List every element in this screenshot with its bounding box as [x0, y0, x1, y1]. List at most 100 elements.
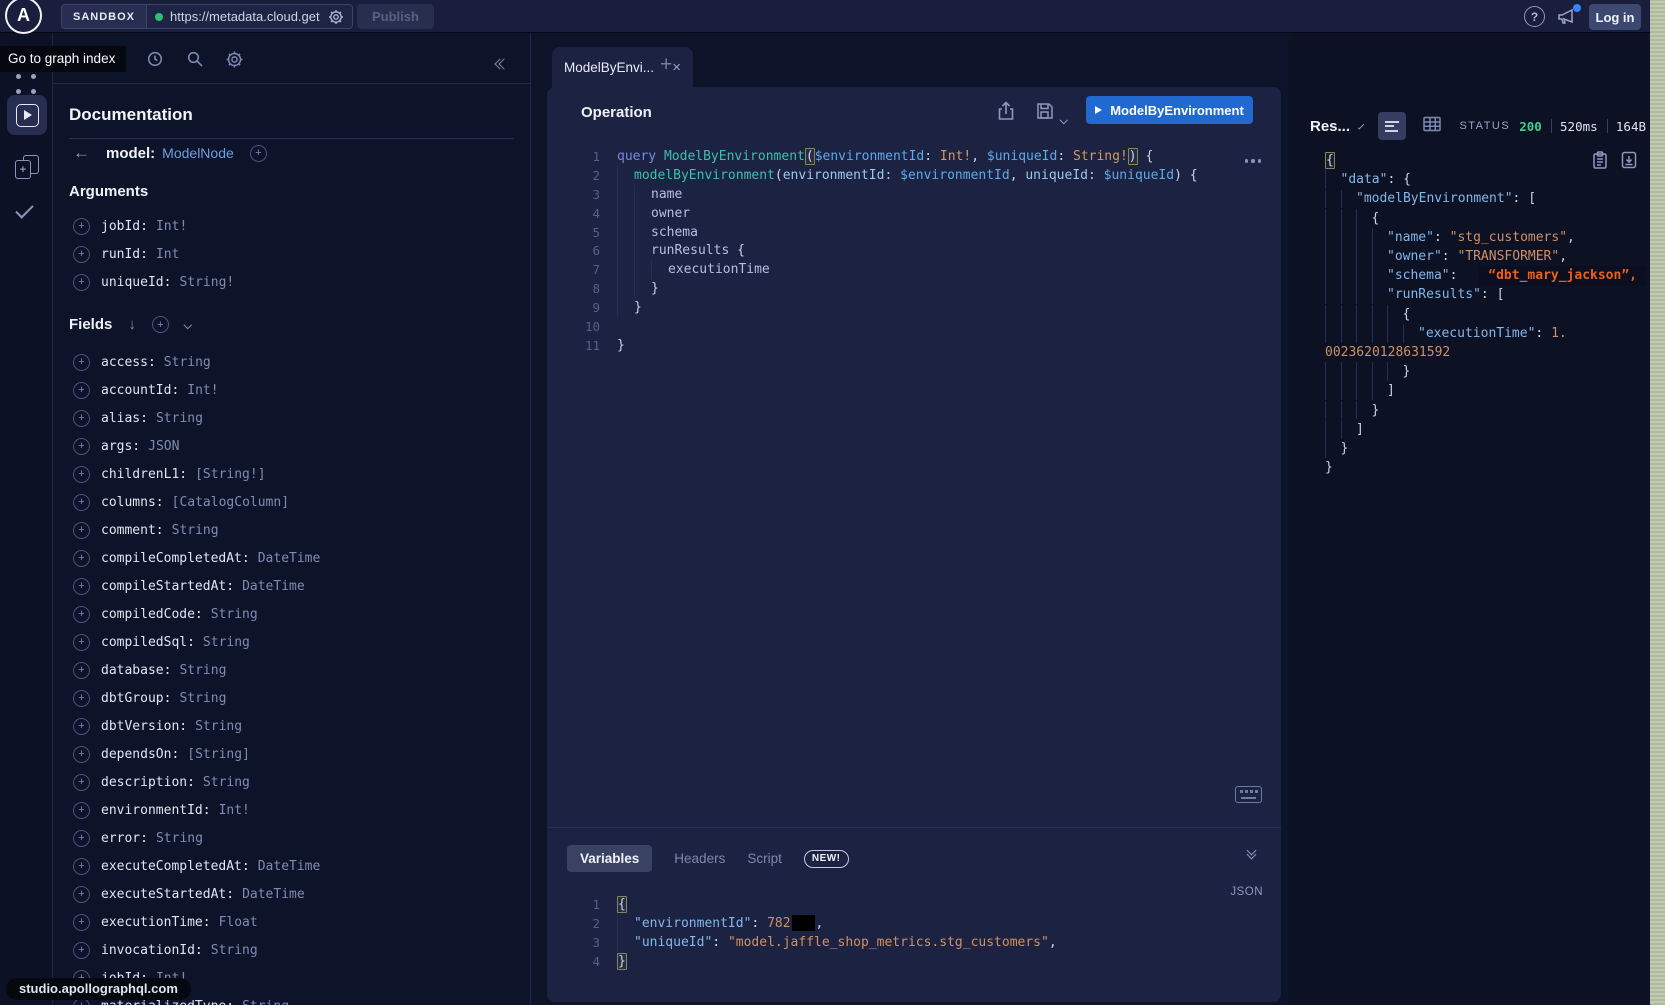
settings-gear-icon[interactable] — [225, 50, 244, 74]
help-icon[interactable] — [1524, 6, 1545, 27]
field-type[interactable]: Int! — [156, 219, 187, 234]
add-field-icon[interactable] — [73, 246, 90, 263]
add-field-icon[interactable] — [73, 606, 90, 623]
variables-editor[interactable]: 1{2"environmentId": 782,3"uniqueId": "mo… — [547, 895, 1281, 971]
field-name[interactable]: accountId: — [101, 383, 179, 398]
field-name[interactable]: compiledCode: — [101, 607, 203, 622]
history-icon[interactable] — [146, 50, 164, 73]
endpoint-settings-gear-icon[interactable] — [328, 9, 344, 25]
field-type[interactable]: DateTime — [242, 887, 305, 902]
field-type[interactable]: String — [195, 719, 242, 734]
run-operation-button[interactable]: ModelByEnvironment — [1086, 96, 1253, 124]
add-field-icon[interactable] — [73, 802, 90, 819]
operation-editor[interactable]: 1query ModelByEnvironment($environmentId… — [547, 143, 1281, 355]
login-button[interactable]: Log in — [1589, 4, 1641, 30]
add-field-icon[interactable] — [73, 438, 90, 455]
save-icon[interactable] — [1035, 100, 1055, 127]
field-name[interactable]: access: — [101, 355, 156, 370]
field-name[interactable]: jobId: — [101, 219, 148, 234]
add-field-icon[interactable] — [73, 886, 90, 903]
response-title[interactable]: Res... — [1310, 118, 1350, 135]
field-type[interactable]: DateTime — [242, 579, 305, 594]
endpoint-url-input[interactable]: https://metadata.cloud.get — [147, 5, 352, 28]
announcements-megaphone-icon[interactable] — [1556, 6, 1580, 28]
field-type[interactable]: JSON — [148, 439, 179, 454]
raw-view-icon[interactable] — [1378, 112, 1406, 140]
field-name[interactable]: uniqueId: — [101, 275, 171, 290]
add-field-icon[interactable] — [250, 145, 267, 162]
publish-button[interactable]: Publish — [357, 4, 434, 29]
field-type[interactable]: String — [211, 607, 258, 622]
save-options-chevron-icon[interactable] — [1061, 109, 1067, 127]
field-name[interactable]: executeCompletedAt: — [101, 859, 250, 874]
field-name[interactable]: columns: — [101, 495, 164, 510]
field-type[interactable]: String — [211, 943, 258, 958]
field-name[interactable]: dbtGroup: — [101, 691, 171, 706]
field-type[interactable]: [CatalogColumn] — [172, 495, 289, 510]
chevron-down-icon[interactable] — [184, 321, 192, 329]
field-name[interactable]: description: — [101, 775, 195, 790]
field-name[interactable]: dependsOn: — [101, 747, 179, 762]
add-field-icon[interactable] — [73, 354, 90, 371]
field-type[interactable]: String — [179, 663, 226, 678]
field-type[interactable]: String — [242, 999, 289, 1005]
add-field-icon[interactable] — [73, 914, 90, 931]
collapse-panel-icon[interactable] — [496, 55, 508, 73]
graph-index-icon[interactable] — [15, 73, 37, 95]
field-type[interactable]: Int! — [219, 803, 250, 818]
add-field-icon[interactable] — [73, 774, 90, 791]
field-type[interactable]: [String!] — [195, 467, 265, 482]
field-name[interactable]: runId: — [101, 247, 148, 262]
add-field-icon[interactable] — [73, 550, 90, 567]
field-name[interactable]: dbtVersion: — [101, 719, 187, 734]
keyboard-shortcuts-icon[interactable] — [1235, 786, 1262, 803]
add-field-icon[interactable] — [73, 690, 90, 707]
back-arrow-icon[interactable] — [73, 143, 90, 163]
tab-variables[interactable]: Variables — [567, 845, 652, 872]
add-field-icon[interactable] — [73, 662, 90, 679]
field-name[interactable]: childrenL1: — [101, 467, 187, 482]
search-icon[interactable] — [186, 50, 204, 73]
tab-headers[interactable]: Headers — [674, 851, 725, 866]
sidebar-item-explorer[interactable] — [7, 95, 47, 135]
field-type[interactable]: String — [156, 831, 203, 846]
add-field-icon[interactable] — [73, 746, 90, 763]
field-type[interactable]: DateTime — [258, 859, 321, 874]
add-field-icon[interactable] — [73, 466, 90, 483]
field-name[interactable]: database: — [101, 663, 171, 678]
field-name[interactable]: compiledSql: — [101, 635, 195, 650]
breadcrumb-type[interactable]: ModelNode — [162, 145, 234, 161]
sidebar-item-operation-collections[interactable] — [15, 155, 39, 179]
collapse-bottom-panel-icon[interactable] — [1248, 847, 1255, 858]
field-type[interactable]: String — [179, 691, 226, 706]
field-type[interactable]: String! — [179, 275, 234, 290]
field-name[interactable]: args: — [101, 439, 140, 454]
field-name[interactable]: error: — [101, 831, 148, 846]
sort-arrow-icon[interactable] — [128, 316, 136, 333]
add-field-icon[interactable] — [73, 274, 90, 291]
table-view-icon[interactable] — [1422, 115, 1442, 138]
field-name[interactable]: compileStartedAt: — [101, 579, 234, 594]
field-type[interactable]: DateTime — [258, 551, 321, 566]
add-field-icon[interactable] — [73, 830, 90, 847]
response-chevron-icon[interactable] — [1358, 123, 1365, 130]
field-name[interactable]: alias: — [101, 411, 148, 426]
add-field-icon[interactable] — [73, 494, 90, 511]
field-name[interactable]: executeStartedAt: — [101, 887, 234, 902]
add-field-icon[interactable] — [73, 858, 90, 875]
field-name[interactable]: environmentId: — [101, 803, 211, 818]
add-field-icon[interactable] — [73, 578, 90, 595]
field-type[interactable]: String — [203, 635, 250, 650]
add-field-icon[interactable] — [73, 410, 90, 427]
add-field-icon[interactable] — [73, 522, 90, 539]
field-type[interactable]: String — [156, 411, 203, 426]
field-name[interactable]: invocationId: — [101, 943, 203, 958]
add-field-icon[interactable] — [73, 382, 90, 399]
field-type[interactable]: [String] — [187, 747, 250, 762]
field-name[interactable]: executionTime: — [101, 915, 211, 930]
add-field-icon[interactable] — [73, 942, 90, 959]
add-field-icon[interactable] — [73, 634, 90, 651]
field-type[interactable]: String — [172, 523, 219, 538]
field-type[interactable]: Int! — [187, 383, 218, 398]
response-json[interactable]: {"data": {"modelByEnvironment": [{"name"… — [1325, 151, 1648, 477]
